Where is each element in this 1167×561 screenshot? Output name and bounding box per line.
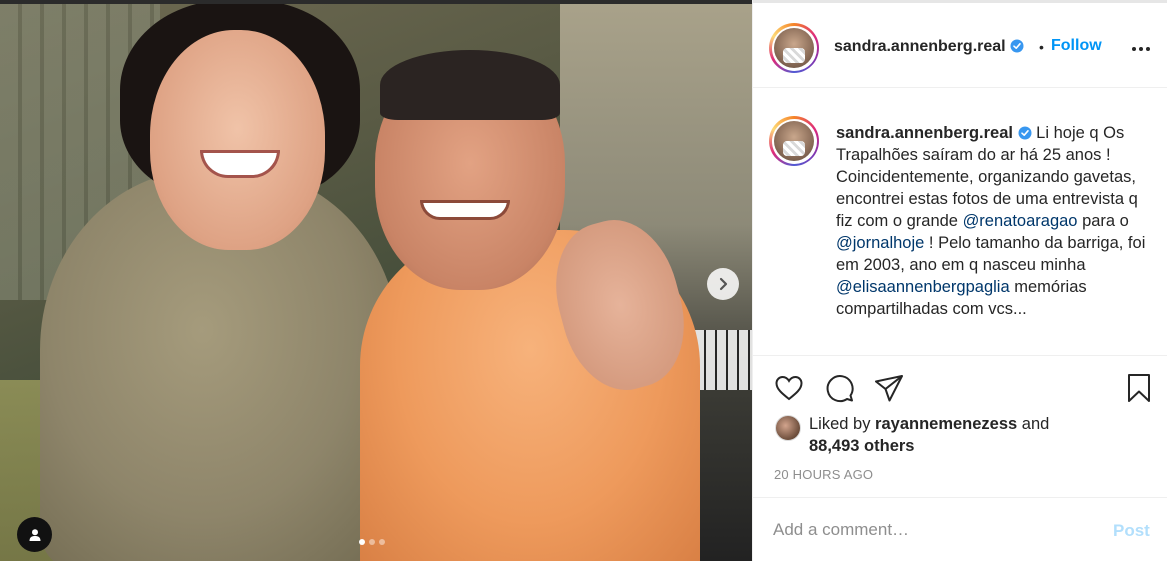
post-caption: sandra.annenberg.real Li hoje q Os Trapa… <box>753 88 1167 356</box>
likes-prefix: Liked by <box>809 415 876 433</box>
post-header: sandra.annenberg.real • Follow <box>753 3 1167 88</box>
tag-user-icon <box>29 528 40 541</box>
caption-author-username[interactable]: sandra.annenberg.real <box>836 124 1013 142</box>
post-timestamp[interactable]: 20 HOURS AGO <box>774 467 873 482</box>
post-actions <box>753 368 1167 408</box>
mention-link[interactable]: @elisaannenbergpaglia <box>836 278 1010 296</box>
photo-man-smile <box>420 200 510 220</box>
chevron-right-icon <box>719 277 728 291</box>
comment-icon[interactable] <box>823 372 855 404</box>
avatar-image <box>774 121 814 161</box>
follow-button[interactable]: Follow <box>1051 37 1102 55</box>
carousel-indicators <box>359 539 385 545</box>
carousel-next-button[interactable] <box>707 268 739 300</box>
post-comment-button[interactable]: Post <box>1113 521 1150 541</box>
heart-icon[interactable] <box>773 372 805 404</box>
header-separator: • <box>1039 39 1044 55</box>
liker-avatar[interactable] <box>775 415 801 441</box>
likes-line: Liked by rayannemenezess and <box>809 415 1049 434</box>
verified-badge-icon <box>1010 39 1024 53</box>
author-username-link[interactable]: sandra.annenberg.real <box>834 38 1024 56</box>
photo-top-edge <box>0 0 752 4</box>
likes-and: and <box>1017 415 1050 433</box>
likes-count[interactable]: 88,493 others <box>809 437 914 456</box>
verified-badge-icon <box>1018 126 1032 140</box>
carousel-dot <box>379 539 385 545</box>
avatar-image <box>774 28 814 68</box>
carousel-dot <box>369 539 375 545</box>
caption-body-part2: para o <box>1077 212 1129 230</box>
caption-text: sandra.annenberg.real Li hoje q Os Trapa… <box>836 122 1148 320</box>
mention-link[interactable]: @renatoaragao <box>963 212 1078 230</box>
carousel-dot <box>359 539 365 545</box>
photo-woman-face <box>150 30 325 250</box>
comment-box: Post <box>753 497 1167 561</box>
tagged-users-button[interactable] <box>17 517 52 552</box>
author-username: sandra.annenberg.real <box>834 38 1006 55</box>
liker-username[interactable]: rayannemenezess <box>875 415 1017 433</box>
bookmark-icon[interactable] <box>1123 372 1155 404</box>
caption-author-avatar[interactable] <box>769 116 819 166</box>
post-side-panel: sandra.annenberg.real • Follow sandra.an… <box>752 0 1167 561</box>
photo-man-hair <box>380 50 560 120</box>
post-photo[interactable] <box>0 0 752 561</box>
comment-input[interactable] <box>773 520 1093 540</box>
mention-link[interactable]: @jornalhoje <box>836 234 924 252</box>
likes-summary: Liked by rayannemenezess and 88,493 othe… <box>775 413 1155 463</box>
more-options-icon[interactable] <box>1131 39 1151 59</box>
share-icon[interactable] <box>873 372 905 404</box>
author-avatar[interactable] <box>769 23 819 73</box>
